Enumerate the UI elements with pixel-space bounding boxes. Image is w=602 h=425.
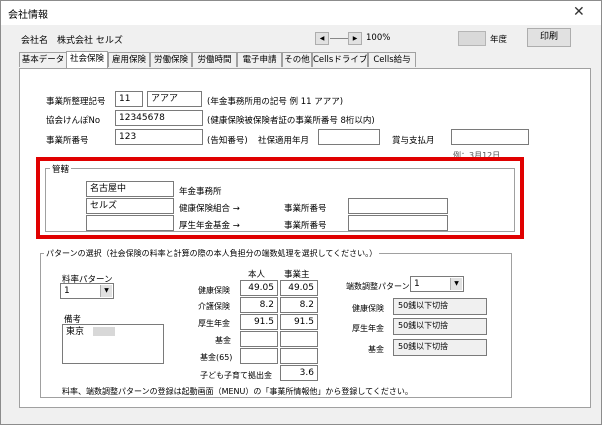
round-row-value: 50銭以下切捨	[393, 298, 487, 315]
col-employer-header: 事業主	[284, 270, 310, 280]
tab-basic[interactable]: 基本データ	[19, 52, 67, 67]
zoom-level: 100%	[366, 33, 391, 43]
tab-other[interactable]: その他	[282, 52, 312, 67]
round-row-label: 厚生年金	[352, 324, 384, 333]
rate-self-input[interactable]: 91.5	[240, 314, 278, 330]
note-value: 東京	[66, 327, 85, 337]
company-label: 会社名	[21, 36, 49, 46]
print-button[interactable]: 印刷	[527, 28, 571, 47]
rate-row-label: 健康保険	[198, 286, 230, 295]
shaho-label: 社保適用年月	[258, 136, 310, 146]
tab-cells-drive[interactable]: Cellsドライブ	[312, 52, 368, 67]
round-row-label: 基金	[368, 345, 384, 354]
kyokai-note: (健康保険被保険者証の事業所番号 8桁以内)	[207, 116, 375, 126]
zoom-slider-track[interactable]	[330, 38, 348, 39]
zoom-out-button[interactable]: ◀	[315, 32, 329, 45]
rate-self-input[interactable]: 8.2	[240, 297, 278, 313]
rate-employer-input[interactable]: 91.5	[280, 314, 318, 330]
year-field[interactable]	[458, 31, 486, 46]
zoom-in-button[interactable]: ▶	[348, 32, 362, 45]
pattern-title: パターンの選択（社会保険の料率と計算の際の本人負担分の端数処理を選択してください…	[44, 248, 380, 259]
note-textarea[interactable]: 東京	[62, 324, 164, 364]
rounding-pattern-select[interactable]: 1 ▼	[410, 276, 464, 292]
company-name: 株式会社 セルズ	[57, 36, 123, 46]
tab-employment-insurance[interactable]: 雇用保険	[108, 52, 150, 67]
rate-employer-input[interactable]: 8.2	[280, 297, 318, 313]
bonus-label: 賞与支払月	[392, 136, 435, 146]
rate-self-input[interactable]: 49.05	[240, 280, 278, 296]
chevron-down-icon: ▼	[100, 285, 112, 297]
redacted-text	[92, 327, 115, 336]
title-bar: 会社情報 ✕	[1, 1, 601, 25]
rate-row-label: 基金(65)	[200, 353, 233, 362]
highlight-box	[36, 157, 524, 239]
round-row-value: 50銭以下切捨	[393, 318, 487, 335]
office-code-1-input[interactable]: 11	[115, 91, 143, 107]
office-code-2-input[interactable]: アアア	[147, 91, 202, 107]
child-support-input[interactable]: 3.6	[280, 365, 318, 381]
rate-employer-input[interactable]	[280, 331, 318, 347]
kyokai-label: 協会けんぽNo	[46, 116, 101, 126]
rounding-pattern-label: 端数調整パターン	[346, 282, 410, 291]
rate-pattern-value: 1	[64, 286, 70, 296]
window-title: 会社情報	[8, 10, 48, 21]
footer-note: 料率、端数調整パターンの登録は起動画面（MENU）の「事業所情報他」から登録して…	[62, 387, 413, 396]
rate-row-label: 介護保険	[198, 302, 230, 311]
kyokai-input[interactable]: 12345678	[115, 110, 203, 126]
bonus-input[interactable]	[451, 129, 529, 145]
arrow-right-icon: ▶	[352, 35, 358, 42]
tab-cells-payroll[interactable]: Cells給与	[368, 52, 416, 67]
chevron-down-icon: ▼	[450, 278, 462, 290]
rate-self-input[interactable]	[240, 331, 278, 347]
tab-working-hours[interactable]: 労働時間	[192, 52, 237, 67]
office-number-input[interactable]: 123	[115, 129, 203, 145]
tab-social-insurance[interactable]: 社会保険	[66, 51, 108, 68]
round-row-value: 50銭以下切捨	[393, 339, 487, 356]
rate-employer-input[interactable]: 49.05	[280, 280, 318, 296]
office-code-note: (年金事務所用の記号 例 11 アアア)	[207, 97, 344, 107]
col-self-header: 本人	[248, 270, 266, 280]
rate-self-input[interactable]	[240, 348, 278, 364]
close-icon[interactable]: ✕	[573, 4, 585, 20]
shaho-input[interactable]	[318, 129, 380, 145]
child-support-label: 子ども子育て拠出金	[200, 371, 272, 380]
office-number-note: (告知番号)	[207, 136, 248, 146]
rounding-pattern-value: 1	[414, 279, 420, 289]
year-label: 年度	[490, 35, 508, 45]
office-number-label: 事業所番号	[46, 136, 89, 146]
tab-labor-insurance[interactable]: 労働保険	[150, 52, 192, 67]
rate-pattern-select[interactable]: 1 ▼	[60, 283, 114, 299]
rate-row-label: 厚生年金	[198, 319, 230, 328]
office-code-label: 事業所整理記号	[46, 97, 106, 107]
round-row-label: 健康保険	[352, 304, 384, 313]
rate-row-label: 基金	[215, 336, 231, 345]
arrow-left-icon: ◀	[319, 35, 325, 42]
tab-e-application[interactable]: 電子申請	[237, 52, 282, 67]
rate-employer-input[interactable]	[280, 348, 318, 364]
